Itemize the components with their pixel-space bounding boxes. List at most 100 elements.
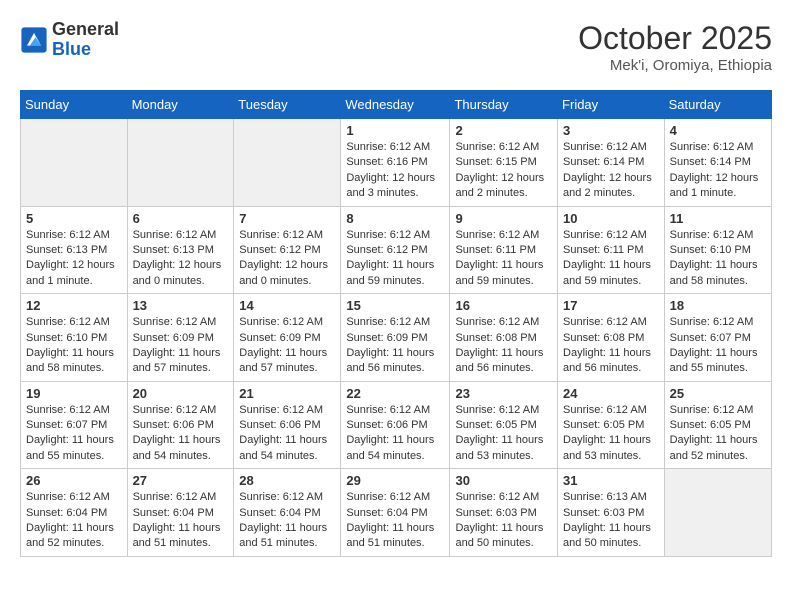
day-number: 16: [455, 298, 552, 313]
calendar-cell: 4 Sunrise: 6:12 AM Sunset: 6:14 PM Daylig…: [664, 119, 771, 207]
logo-text: General Blue: [52, 20, 119, 60]
calendar-cell: 10 Sunrise: 6:12 AM Sunset: 6:11 PM Dayli…: [558, 206, 665, 294]
calendar-cell: 9 Sunrise: 6:12 AM Sunset: 6:11 PM Daylig…: [450, 206, 558, 294]
calendar-cell: 15 Sunrise: 6:12 AM Sunset: 6:09 PM Dayli…: [341, 294, 450, 382]
day-info: Sunrise: 6:12 AM Sunset: 6:06 PM Dayligh…: [239, 403, 335, 465]
page-header: General Blue October 2025 Mek'i, Oromiya…: [20, 20, 772, 74]
calendar-cell: 23 Sunrise: 6:12 AM Sunset: 6:05 PM Dayli…: [450, 381, 558, 469]
day-number: 17: [563, 298, 659, 313]
calendar-cell: [234, 119, 341, 207]
day-number: 28: [239, 473, 335, 488]
calendar-cell: 31 Sunrise: 6:13 AM Sunset: 6:03 PM Dayli…: [558, 469, 665, 557]
day-info: Sunrise: 6:12 AM Sunset: 6:06 PM Dayligh…: [346, 403, 444, 465]
calendar: SundayMondayTuesdayWednesdayThursdayFrid…: [20, 90, 772, 557]
day-info: Sunrise: 6:12 AM Sunset: 6:05 PM Dayligh…: [563, 403, 659, 465]
day-number: 7: [239, 211, 335, 226]
day-info: Sunrise: 6:13 AM Sunset: 6:03 PM Dayligh…: [563, 490, 659, 552]
day-info: Sunrise: 6:12 AM Sunset: 6:05 PM Dayligh…: [670, 403, 766, 465]
day-info: Sunrise: 6:12 AM Sunset: 6:04 PM Dayligh…: [133, 490, 229, 552]
day-number: 20: [133, 386, 229, 401]
day-info: Sunrise: 6:12 AM Sunset: 6:07 PM Dayligh…: [670, 315, 766, 377]
day-info: Sunrise: 6:12 AM Sunset: 6:12 PM Dayligh…: [239, 228, 335, 290]
day-number: 4: [670, 123, 766, 138]
day-info: Sunrise: 6:12 AM Sunset: 6:05 PM Dayligh…: [455, 403, 552, 465]
calendar-cell: 25Sunrise: 6:12 AM Sunset: 6:05 PM Dayli…: [664, 381, 771, 469]
day-info: Sunrise: 6:12 AM Sunset: 6:10 PM Dayligh…: [670, 228, 766, 290]
day-number: 30: [455, 473, 552, 488]
day-number: 8: [346, 211, 444, 226]
day-number: 31: [563, 473, 659, 488]
day-info: Sunrise: 6:12 AM Sunset: 6:11 PM Dayligh…: [455, 228, 552, 290]
day-number: 6: [133, 211, 229, 226]
calendar-cell: [664, 469, 771, 557]
week-row-4: 19 Sunrise: 6:12 AM Sunset: 6:07 PM Dayli…: [21, 381, 772, 469]
logo: General Blue: [20, 20, 119, 60]
day-info: Sunrise: 6:12 AM Sunset: 6:10 PM Dayligh…: [26, 315, 122, 377]
day-info: Sunrise: 6:12 AM Sunset: 6:08 PM Dayligh…: [563, 315, 659, 377]
calendar-cell: 16 Sunrise: 6:12 AM Sunset: 6:08 PM Dayli…: [450, 294, 558, 382]
calendar-cell: 13Sunrise: 6:12 AM Sunset: 6:09 PM Dayli…: [127, 294, 234, 382]
day-number: 19: [26, 386, 122, 401]
week-row-2: 5 Sunrise: 6:12 AM Sunset: 6:13 PM Daylig…: [21, 206, 772, 294]
day-number: 21: [239, 386, 335, 401]
day-number: 5: [26, 211, 122, 226]
day-info: Sunrise: 6:12 AM Sunset: 6:04 PM Dayligh…: [239, 490, 335, 552]
calendar-cell: 28 Sunrise: 6:12 AM Sunset: 6:04 PM Dayli…: [234, 469, 341, 557]
calendar-cell: [127, 119, 234, 207]
day-info: Sunrise: 6:12 AM Sunset: 6:11 PM Dayligh…: [563, 228, 659, 290]
week-row-5: 26 Sunrise: 6:12 AM Sunset: 6:04 PM Dayli…: [21, 469, 772, 557]
logo-general: General: [52, 20, 119, 40]
day-number: 3: [563, 123, 659, 138]
week-row-1: 1Sunrise: 6:12 AM Sunset: 6:16 PM Daylig…: [21, 119, 772, 207]
logo-icon: [20, 26, 48, 54]
calendar-cell: 29Sunrise: 6:12 AM Sunset: 6:04 PM Dayli…: [341, 469, 450, 557]
day-info: Sunrise: 6:12 AM Sunset: 6:15 PM Dayligh…: [455, 140, 552, 202]
day-number: 29: [346, 473, 444, 488]
day-info: Sunrise: 6:12 AM Sunset: 6:13 PM Dayligh…: [26, 228, 122, 290]
calendar-cell: 18 Sunrise: 6:12 AM Sunset: 6:07 PM Dayli…: [664, 294, 771, 382]
weekday-header-row: SundayMondayTuesdayWednesdayThursdayFrid…: [21, 91, 772, 119]
day-number: 27: [133, 473, 229, 488]
logo-blue: Blue: [52, 40, 119, 60]
day-info: Sunrise: 6:12 AM Sunset: 6:09 PM Dayligh…: [133, 315, 229, 377]
day-number: 9: [455, 211, 552, 226]
day-number: 15: [346, 298, 444, 313]
day-number: 2: [455, 123, 552, 138]
day-number: 14: [239, 298, 335, 313]
calendar-cell: 19 Sunrise: 6:12 AM Sunset: 6:07 PM Dayli…: [21, 381, 128, 469]
weekday-header-thursday: Thursday: [450, 91, 558, 119]
calendar-cell: 8 Sunrise: 6:12 AM Sunset: 6:12 PM Daylig…: [341, 206, 450, 294]
day-info: Sunrise: 6:12 AM Sunset: 6:06 PM Dayligh…: [133, 403, 229, 465]
weekday-header-saturday: Saturday: [664, 91, 771, 119]
day-info: Sunrise: 6:12 AM Sunset: 6:16 PM Dayligh…: [346, 140, 444, 202]
calendar-cell: 27 Sunrise: 6:12 AM Sunset: 6:04 PM Dayli…: [127, 469, 234, 557]
day-number: 10: [563, 211, 659, 226]
day-info: Sunrise: 6:12 AM Sunset: 6:12 PM Dayligh…: [346, 228, 444, 290]
calendar-cell: 1Sunrise: 6:12 AM Sunset: 6:16 PM Daylig…: [341, 119, 450, 207]
calendar-cell: 26 Sunrise: 6:12 AM Sunset: 6:04 PM Dayli…: [21, 469, 128, 557]
weekday-header-wednesday: Wednesday: [341, 91, 450, 119]
day-info: Sunrise: 6:12 AM Sunset: 6:14 PM Dayligh…: [563, 140, 659, 202]
day-info: Sunrise: 6:12 AM Sunset: 6:09 PM Dayligh…: [346, 315, 444, 377]
day-number: 24: [563, 386, 659, 401]
day-number: 26: [26, 473, 122, 488]
calendar-cell: 30Sunrise: 6:12 AM Sunset: 6:03 PM Dayli…: [450, 469, 558, 557]
calendar-cell: [21, 119, 128, 207]
calendar-cell: 22Sunrise: 6:12 AM Sunset: 6:06 PM Dayli…: [341, 381, 450, 469]
day-number: 11: [670, 211, 766, 226]
location: Mek'i, Oromiya, Ethiopia: [578, 57, 772, 74]
calendar-cell: 21 Sunrise: 6:12 AM Sunset: 6:06 PM Dayli…: [234, 381, 341, 469]
calendar-cell: 20 Sunrise: 6:12 AM Sunset: 6:06 PM Dayli…: [127, 381, 234, 469]
weekday-header-tuesday: Tuesday: [234, 91, 341, 119]
day-number: 23: [455, 386, 552, 401]
day-info: Sunrise: 6:12 AM Sunset: 6:14 PM Dayligh…: [670, 140, 766, 202]
calendar-cell: 12Sunrise: 6:12 AM Sunset: 6:10 PM Dayli…: [21, 294, 128, 382]
weekday-header-monday: Monday: [127, 91, 234, 119]
day-number: 18: [670, 298, 766, 313]
calendar-cell: 3 Sunrise: 6:12 AM Sunset: 6:14 PM Daylig…: [558, 119, 665, 207]
calendar-cell: 2 Sunrise: 6:12 AM Sunset: 6:15 PM Daylig…: [450, 119, 558, 207]
day-info: Sunrise: 6:12 AM Sunset: 6:04 PM Dayligh…: [26, 490, 122, 552]
weekday-header-friday: Friday: [558, 91, 665, 119]
day-info: Sunrise: 6:12 AM Sunset: 6:07 PM Dayligh…: [26, 403, 122, 465]
day-info: Sunrise: 6:12 AM Sunset: 6:08 PM Dayligh…: [455, 315, 552, 377]
